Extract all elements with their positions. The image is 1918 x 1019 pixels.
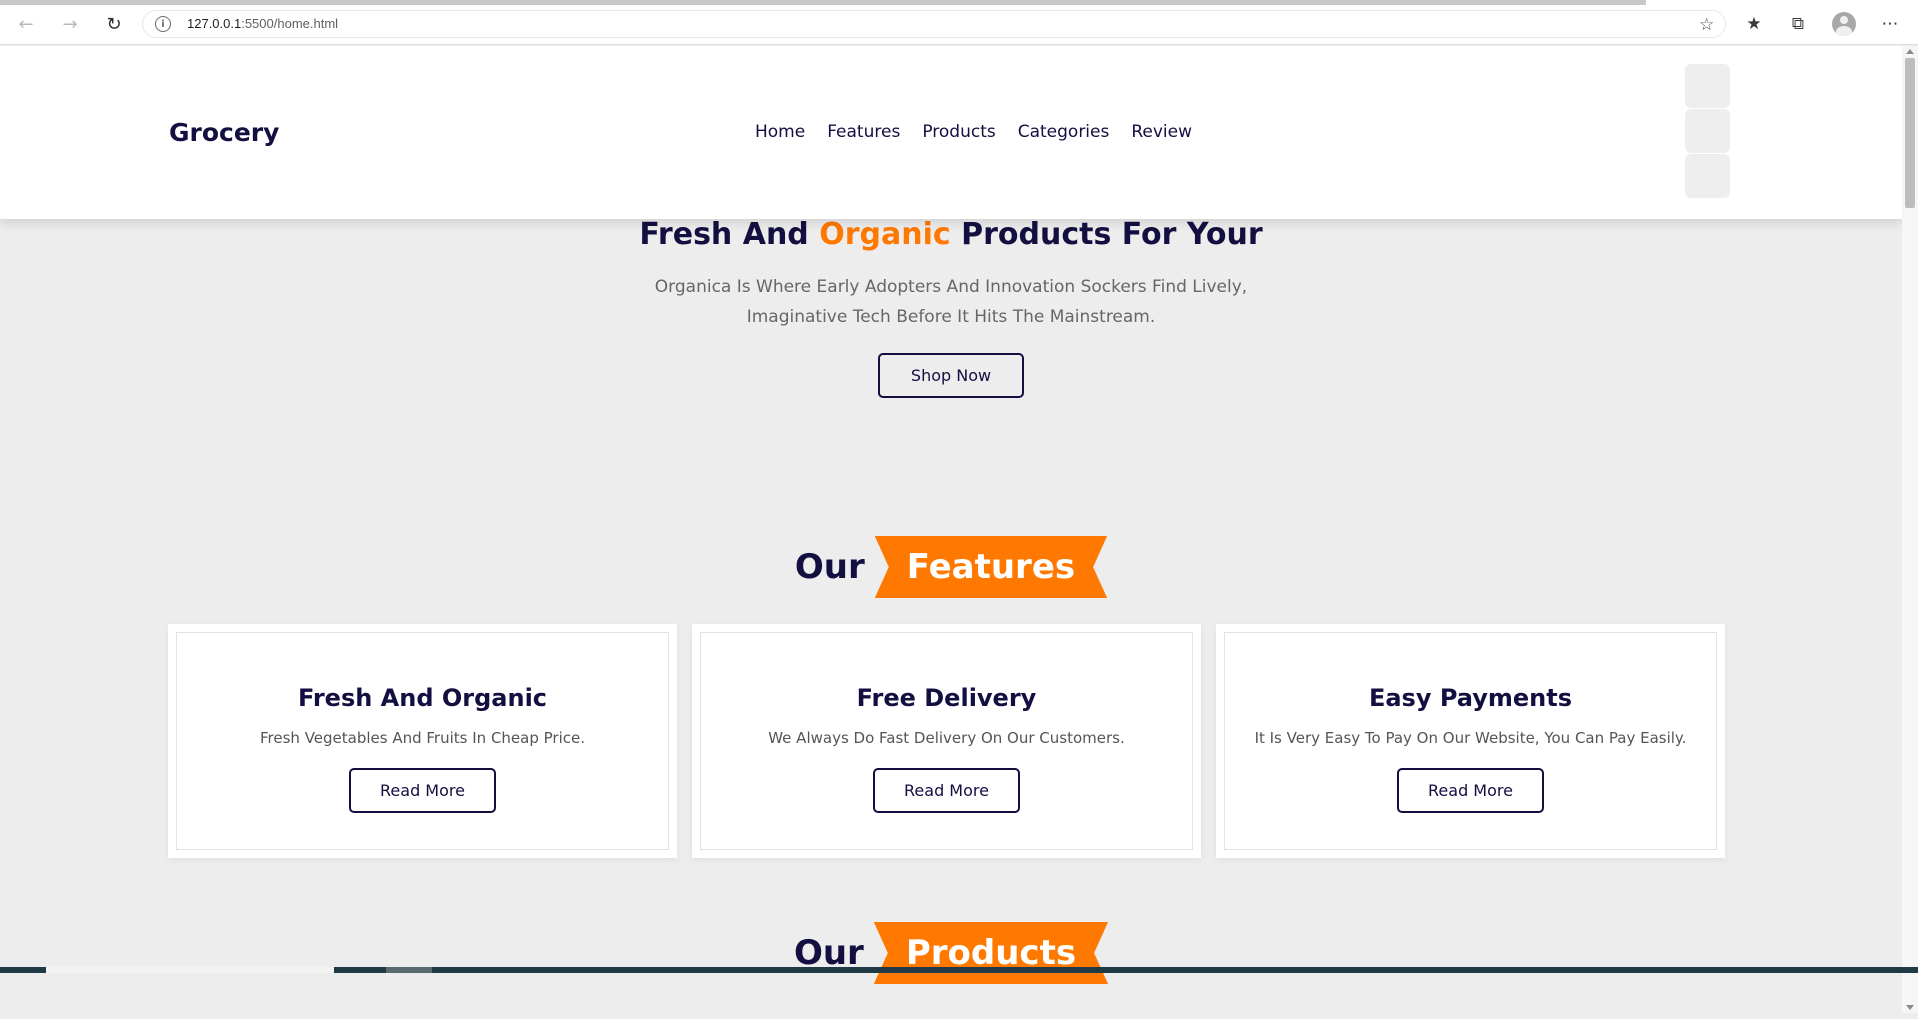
taskbar-item	[386, 967, 432, 973]
scroll-down-arrow-icon[interactable]	[1906, 1005, 1914, 1010]
shop-now-button[interactable]: Shop Now	[877, 353, 1025, 398]
more-menu-icon[interactable]: ⋯	[1878, 12, 1902, 36]
header-icon-button-1[interactable]	[1685, 64, 1730, 108]
page-viewport: Grocery Home Features Products Categorie…	[0, 46, 1902, 1013]
taskbar-thumbnail	[46, 967, 334, 973]
taskbar-edge	[0, 967, 1918, 973]
site-header: Grocery Home Features Products Categorie…	[0, 46, 1902, 219]
favorites-icon[interactable]: ★	[1742, 12, 1766, 36]
header-icon-button-2[interactable]	[1685, 109, 1730, 153]
nav-link-review[interactable]: Review	[1131, 122, 1192, 142]
nav-link-home[interactable]: Home	[755, 122, 805, 142]
page-scrollbar[interactable]	[1902, 46, 1918, 1013]
nav-link-features[interactable]: Features	[827, 122, 900, 142]
nav-link-products[interactable]: Products	[922, 122, 995, 142]
collections-icon[interactable]: ⧉	[1786, 12, 1810, 36]
features-heading-ribbon: Features	[875, 536, 1107, 598]
header-icon-group	[1685, 64, 1730, 199]
address-bar[interactable]: i 127.0.0.1:5500/home.html ☆	[142, 10, 1726, 38]
add-favorite-icon[interactable]: ☆	[1699, 15, 1714, 35]
feature-card-title: Easy Payments	[1368, 684, 1573, 712]
browser-toolbar: ← → ↻ i 127.0.0.1:5500/home.html ☆ ★ ⧉ ⋯	[0, 0, 1918, 45]
feature-card-inner: Easy Payments It Is Very Easy To Pay On …	[1224, 632, 1717, 850]
reload-icon[interactable]: ↻	[102, 12, 126, 36]
scroll-thumb[interactable]	[1905, 58, 1915, 208]
products-heading: Our Products	[0, 922, 1902, 984]
feature-card-easy-payments: Easy Payments It Is Very Easy To Pay On …	[1216, 624, 1725, 858]
feature-card-text: We Always Do Fast Delivery On Our Custom…	[768, 729, 1125, 747]
url-host: 127.0.0.1	[187, 16, 242, 31]
features-list: Fresh And Organic Fresh Vegetables And F…	[168, 624, 1725, 858]
feature-card-fresh-organic: Fresh And Organic Fresh Vegetables And F…	[168, 624, 677, 858]
back-arrow-icon[interactable]: ←	[14, 12, 38, 36]
feature-card-text: It Is Very Easy To Pay On Our Website, Y…	[1254, 729, 1687, 747]
read-more-button[interactable]: Read More	[349, 768, 496, 813]
feature-card-title: Fresh And Organic	[297, 684, 548, 712]
feature-card-text: Fresh Vegetables And Fruits In Cheap Pri…	[260, 729, 585, 747]
hero-section: Fresh And Organic Products For Your Orga…	[0, 216, 1902, 398]
read-more-button[interactable]: Read More	[1397, 768, 1544, 813]
feature-card-inner: Fresh And Organic Fresh Vegetables And F…	[176, 632, 669, 850]
hero-title-start: Fresh And	[639, 217, 820, 252]
hero-description: Organica Is Where Early Adopters And Inn…	[654, 277, 1248, 327]
header-icon-button-3[interactable]	[1685, 154, 1730, 198]
hero-title-accent: Organic	[819, 217, 951, 252]
read-more-button[interactable]: Read More	[873, 768, 1020, 813]
products-heading-ribbon: Products	[874, 922, 1108, 984]
hero-title: Fresh And Organic Products For Your	[0, 216, 1902, 254]
main-nav: Home Features Products Categories Review	[755, 122, 1192, 142]
feature-card-title: Free Delivery	[856, 684, 1037, 712]
tab-strip	[0, 0, 1646, 5]
feature-card-inner: Free Delivery We Always Do Fast Delivery…	[700, 632, 1193, 850]
url-text[interactable]: 127.0.0.1:5500/home.html	[187, 16, 338, 31]
forward-arrow-icon[interactable]: →	[58, 12, 82, 36]
site-info-icon[interactable]: i	[155, 16, 171, 32]
url-path: :5500/home.html	[241, 16, 339, 31]
features-heading: Our Features	[0, 536, 1902, 598]
hero-title-end: Products For Your	[950, 217, 1263, 252]
site-logo[interactable]: Grocery	[169, 118, 279, 147]
scroll-up-arrow-icon[interactable]	[1906, 49, 1914, 54]
nav-link-categories[interactable]: Categories	[1018, 122, 1110, 142]
profile-avatar-icon[interactable]	[1832, 12, 1856, 36]
features-heading-prefix: Our	[794, 547, 865, 587]
feature-card-free-delivery: Free Delivery We Always Do Fast Delivery…	[692, 624, 1201, 858]
